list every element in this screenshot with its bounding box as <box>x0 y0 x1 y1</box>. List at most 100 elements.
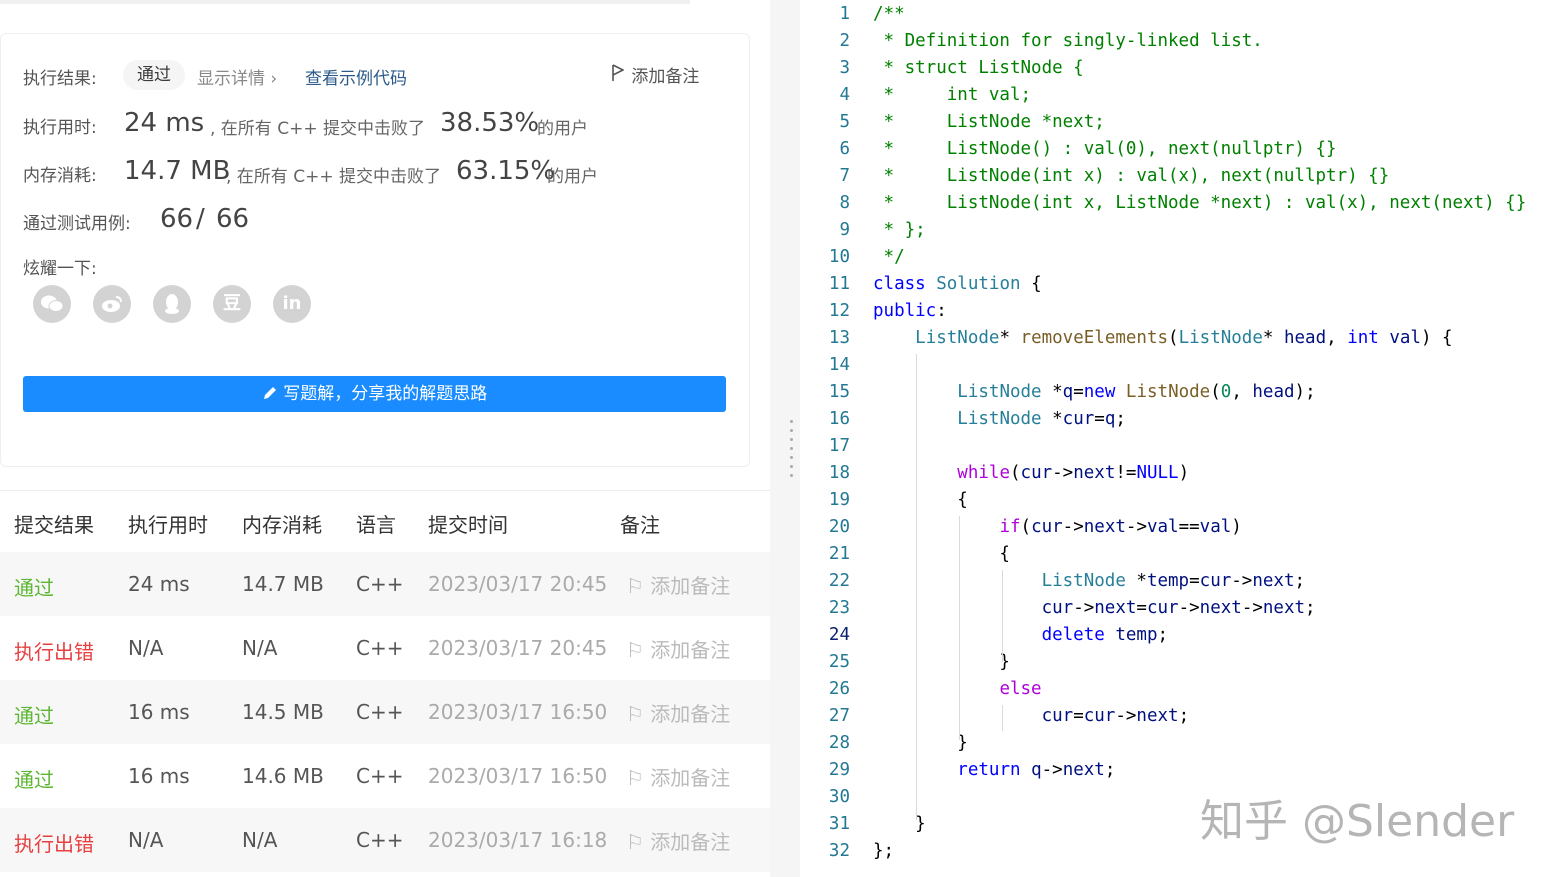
row-add-note[interactable]: ⚐ 添加备注 <box>626 698 730 727</box>
col-submit-time: 提交时间 <box>428 513 508 537</box>
line-number: 23 <box>828 598 850 618</box>
row-memory: 14.7 MB <box>242 572 324 596</box>
status-badge: 通过 <box>123 60 185 90</box>
write-solution-button[interactable]: 写题解，分享我的解题思路 <box>23 376 726 412</box>
code-line[interactable]: ListNode *cur=q; <box>873 409 1126 429</box>
row-add-note[interactable]: ⚐ 添加备注 <box>626 762 730 791</box>
code-line[interactable]: return q->next; <box>873 760 1115 780</box>
row-status[interactable]: 通过 <box>14 700 54 729</box>
row-language: C++ <box>356 572 404 596</box>
runtime-value: 24 ms <box>124 108 205 138</box>
drag-handle[interactable] <box>790 420 794 484</box>
code-line[interactable]: } <box>873 733 968 753</box>
row-add-note[interactable]: ⚐ 添加备注 <box>626 570 730 599</box>
row-language: C++ <box>356 828 404 852</box>
line-number: 22 <box>828 571 850 591</box>
code-line[interactable]: delete temp; <box>873 625 1168 645</box>
code-line[interactable]: ListNode *temp=cur->next; <box>873 571 1305 591</box>
code-line[interactable]: /** <box>873 4 905 24</box>
code-line[interactable]: ListNode* removeElements(ListNode* head,… <box>873 328 1452 348</box>
code-line[interactable]: if(cur->next->val==val) <box>873 517 1241 537</box>
code-line[interactable]: class Solution { <box>873 274 1042 294</box>
row-memory: N/A <box>242 636 278 660</box>
code-line[interactable]: * ListNode(int x, ListNode *next) : val(… <box>873 193 1527 213</box>
code-line[interactable]: cur->next=cur->next->next; <box>873 598 1316 618</box>
line-number: 15 <box>828 382 850 402</box>
code-line[interactable]: public: <box>873 301 947 321</box>
row-status[interactable]: 执行出错 <box>14 828 94 857</box>
row-status[interactable]: 通过 <box>14 572 54 601</box>
view-example-link[interactable]: 查看示例代码 <box>305 64 407 89</box>
line-number: 32 <box>828 841 850 861</box>
row-runtime: N/A <box>128 636 164 660</box>
row-add-note[interactable]: ⚐ 添加备注 <box>626 634 730 663</box>
code-line[interactable]: * ListNode *next; <box>873 112 1105 132</box>
code-line[interactable]: { <box>873 544 1010 564</box>
linkedin-icon[interactable]: in <box>273 285 311 323</box>
code-line[interactable]: ListNode *q=new ListNode(0, head); <box>873 382 1315 402</box>
code-line[interactable]: cur=cur->next; <box>873 706 1190 726</box>
memory-suffix: 的用户 <box>547 167 598 187</box>
tests-separator: / <box>196 204 205 234</box>
table-row[interactable]: 通过 16 ms 14.6 MB C++ 2023/03/17 16:50 ⚐ … <box>0 744 770 808</box>
douban-icon[interactable]: 豆 <box>213 285 251 323</box>
line-number: 11 <box>828 274 850 294</box>
table-row[interactable]: 执行出错 N/A N/A C++ 2023/03/17 16:18 ⚐ 添加备注 <box>0 808 770 872</box>
code-line[interactable]: while(cur->next!=NULL) <box>873 463 1189 483</box>
row-memory: 14.6 MB <box>242 764 324 788</box>
code-line[interactable]: */ <box>873 247 905 267</box>
row-memory: 14.5 MB <box>242 700 324 724</box>
code-line[interactable]: }; <box>873 841 894 861</box>
row-language: C++ <box>356 636 404 660</box>
code-editor[interactable]: 1 /** 2 * Definition for singly-linked lis… <box>800 0 1560 877</box>
table-row[interactable]: 执行出错 N/A N/A C++ 2023/03/17 20:45 ⚐ 添加备注 <box>0 616 770 680</box>
line-number: 26 <box>828 679 850 699</box>
flag-icon: ⚐ <box>626 638 644 662</box>
runtime-suffix: 的用户 <box>537 119 588 139</box>
top-divider <box>0 0 690 4</box>
douban-text: 豆 <box>223 293 241 314</box>
line-number: 21 <box>828 544 850 564</box>
qq-icon[interactable] <box>153 285 191 323</box>
col-note: 备注 <box>620 513 660 537</box>
submissions-table-header: 提交结果 执行用时 内存消耗 语言 提交时间 备注 <box>0 490 770 551</box>
wechat-icon[interactable] <box>33 285 71 323</box>
code-line[interactable]: * int val; <box>873 85 1032 105</box>
table-row[interactable]: 通过 16 ms 14.5 MB C++ 2023/03/17 16:50 ⚐ … <box>0 680 770 744</box>
weibo-icon[interactable] <box>93 285 131 323</box>
row-date: 2023/03/17 16:18 <box>428 828 608 852</box>
add-note-button[interactable]: 添加备注 <box>612 62 699 87</box>
row-status[interactable]: 通过 <box>14 764 54 793</box>
row-status[interactable]: 执行出错 <box>14 636 94 665</box>
code-line[interactable]: else <box>873 679 1041 699</box>
result-label: 执行结果: <box>23 69 97 89</box>
col-runtime: 执行用时 <box>128 513 208 537</box>
code-line[interactable]: * ListNode(int x) : val(x), next(nullptr… <box>873 166 1390 186</box>
code-line[interactable]: } <box>873 652 1010 672</box>
row-add-note[interactable]: ⚐ 添加备注 <box>626 826 730 855</box>
pencil-icon <box>262 384 283 404</box>
line-number: 3 <box>839 58 850 78</box>
code-line[interactable]: } <box>873 814 926 834</box>
panel-divider[interactable] <box>770 0 800 877</box>
line-number: 2 <box>839 31 850 51</box>
indent-guide <box>1002 570 1003 662</box>
code-line[interactable]: { <box>873 490 968 510</box>
line-number: 30 <box>828 787 850 807</box>
line-number: 5 <box>839 112 850 132</box>
row-runtime: 16 ms <box>128 764 190 788</box>
show-details-link[interactable]: 显示详情 › <box>197 64 277 89</box>
row-runtime: 24 ms <box>128 572 190 596</box>
code-line[interactable]: * struct ListNode { <box>873 58 1084 78</box>
code-line[interactable]: * ListNode() : val(0), next(nullptr) {} <box>873 139 1337 159</box>
code-line[interactable]: * Definition for singly-linked list. <box>873 31 1263 51</box>
runtime-percent: 38.53% <box>440 108 540 138</box>
row-language: C++ <box>356 764 404 788</box>
table-row[interactable]: 通过 24 ms 14.7 MB C++ 2023/03/17 20:45 ⚐ … <box>0 552 770 616</box>
line-number: 9 <box>839 220 850 240</box>
runtime-label: 执行用时: <box>23 118 97 138</box>
runtime-beat-text: , 在所有 C++ 提交中击败了 <box>210 119 425 139</box>
memory-percent: 63.15% <box>456 156 556 186</box>
flag-icon: ⚐ <box>626 574 644 598</box>
code-line[interactable]: * }; <box>873 220 926 240</box>
